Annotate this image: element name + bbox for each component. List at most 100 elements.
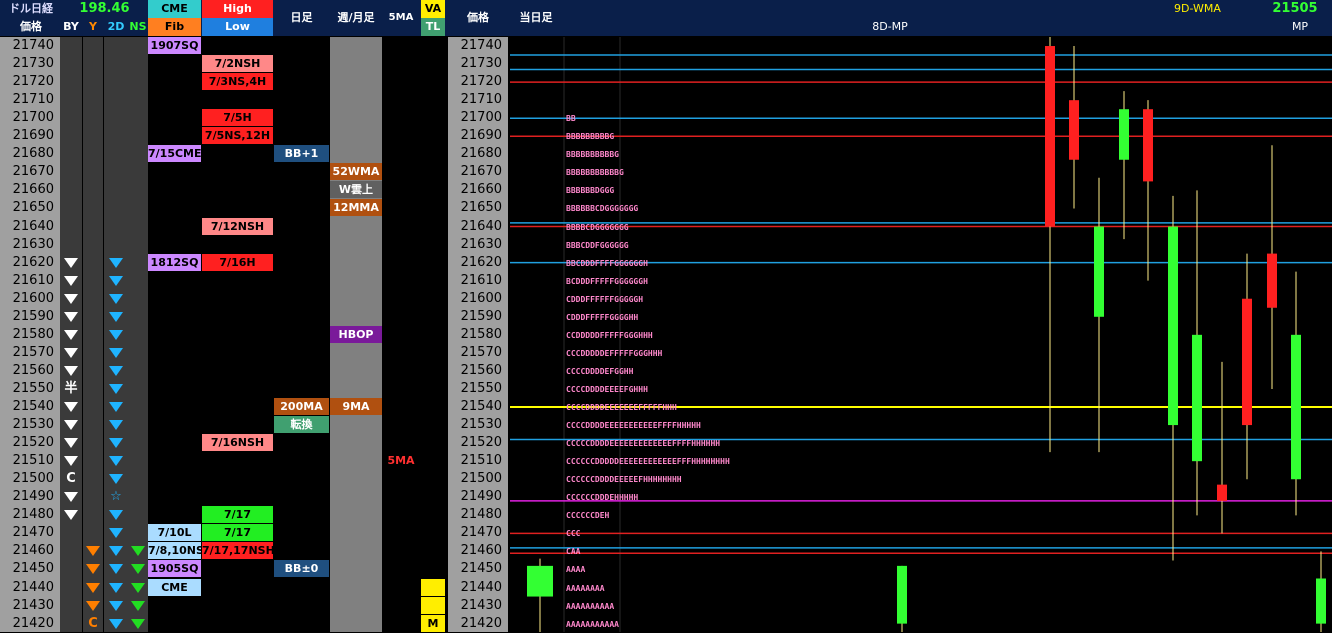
cme-column: 1907SQ 7/15CME売 1812SQ 7/10L7/8,10NS1905SQ C… (148, 37, 201, 632)
by-column: 半C (60, 37, 82, 632)
cme-label: CME (148, 579, 201, 596)
down-triangle-icon (109, 312, 123, 322)
market-profile-row: CCCCCCDEH (566, 511, 610, 520)
market-profile-row: BBBBBBBBBBG (566, 150, 619, 159)
fib-header: Fib (148, 18, 201, 36)
marker-text: C (88, 616, 98, 631)
down-triangle-icon (109, 474, 123, 484)
price-header-2: 価格 (467, 11, 489, 24)
price-label-right: 21680 (460, 146, 502, 161)
price-label: 21470 (12, 525, 54, 540)
price-label: 21730 (12, 56, 54, 71)
high-low-label: 7/3NS,4H (202, 73, 273, 90)
price-label: 21720 (12, 74, 54, 89)
candle-body (1094, 226, 1104, 317)
candle-body (1267, 253, 1277, 308)
market-profile-row: BBCDDDFFFFGGGGGGH (566, 259, 648, 268)
weekly-label: 52WMA (330, 163, 382, 180)
current-price: 21505 (1272, 1, 1318, 16)
high-low-label: 7/5H (202, 109, 273, 126)
market-profile-row: AAAAAAAAAAA (566, 620, 619, 629)
price-label: 21530 (12, 417, 54, 432)
price-label-right: 21740 (460, 38, 502, 53)
down-triangle-icon (109, 546, 123, 556)
market-profile-row: CCDDDDDFFFFFGGGHHH (566, 331, 653, 340)
price-label-right: 21450 (460, 561, 502, 576)
high-low-label: 7/2NSH (202, 55, 273, 72)
price-label: 21660 (12, 182, 54, 197)
price-label-right: 21650 (460, 200, 502, 215)
market-profile-row: CCCDDDDDEFFFFFGGGHHH (566, 349, 663, 358)
price-label: 21450 (12, 561, 54, 576)
cme-label: 1905SQ (148, 560, 201, 577)
today-header: 当日足 (519, 11, 553, 24)
2d-column: ☆ (104, 37, 128, 632)
price-label: 21670 (12, 164, 54, 179)
down-triangle-icon (109, 564, 123, 574)
market-profile-chart: BBBBBBBBBBBGBBBBBBBBBBGBBBBBBBBBBBGBBBBB… (510, 37, 1332, 632)
down-triangle-icon (109, 366, 123, 376)
price-label-right: 21720 (460, 74, 502, 89)
down-triangle-icon (109, 583, 123, 593)
price-label-right: 21590 (460, 309, 502, 324)
va-label (421, 579, 445, 596)
daily-label: BB±0 (274, 560, 329, 577)
weekly-monthly-header: 週/月足 (337, 11, 375, 24)
down-triangle-icon (64, 366, 78, 376)
price-label: 21700 (12, 110, 54, 125)
price-label-right: 21640 (460, 219, 502, 234)
down-triangle-icon (64, 330, 78, 340)
price-label-right: 21460 (460, 543, 502, 558)
weekly-label: 9MA (330, 398, 382, 415)
price-label-right: 21430 (460, 598, 502, 613)
candle-body (1143, 109, 1153, 182)
cme-label: 1907SQ (148, 37, 201, 54)
market-profile-row: CDDDFFFFFFGGGGGH (566, 295, 643, 304)
cme-label: 7/15CME売 (148, 145, 201, 162)
market-profile-row: CCC (566, 529, 581, 538)
down-triangle-icon (86, 546, 100, 556)
tl-header: TL (421, 18, 445, 36)
market-profile-row: AAAA (566, 565, 585, 574)
price-label: 21680 (12, 146, 54, 161)
down-triangle-icon (109, 456, 123, 466)
price-label: 21610 (12, 273, 54, 288)
mp-label: MP (1291, 20, 1309, 33)
candle-body (1242, 298, 1252, 426)
price-label-right: 21700 (460, 110, 502, 125)
down-triangle-icon (86, 583, 100, 593)
cme-label: 1812SQ (148, 254, 201, 271)
price-label-right: 21660 (460, 182, 502, 197)
price-label-right: 21500 (460, 471, 502, 486)
down-triangle-icon (64, 258, 78, 268)
price-label: 21550 (12, 381, 54, 396)
price-label: 21740 (12, 38, 54, 53)
daily-label: 転換 (274, 416, 329, 433)
down-triangle-icon (64, 438, 78, 448)
price-label: 21620 (12, 255, 54, 270)
down-triangle-icon (64, 456, 78, 466)
down-triangle-icon (109, 330, 123, 340)
price-label-right: 21730 (460, 56, 502, 71)
down-triangle-icon (109, 384, 123, 394)
title-label: ドル日経 (9, 2, 53, 15)
weekly-column: 52WMA W雲上 12MMA HBOP 9MA (330, 37, 382, 632)
price-label: 21640 (12, 219, 54, 234)
market-profile-row: BCDDDFFFFFGGGGGGH (566, 277, 648, 286)
price-label: 21540 (12, 399, 54, 414)
candle-body (897, 565, 907, 624)
va-label (421, 597, 445, 614)
header-bar: ドル日経 198.46 価格 BY Y 2D NS CME Fib High L… (0, 0, 1332, 36)
cme-header: CME (148, 0, 201, 18)
market-profile-row: BB (566, 114, 576, 123)
candle-body (1217, 484, 1227, 501)
weekly-label: 12MMA (330, 199, 382, 216)
price-label-right: 21530 (460, 417, 502, 432)
market-profile-row: CCCCCCDDDDEEEEEFHHHHHHHH (566, 475, 682, 484)
market-profile-row: CCCCDDDDEFGGHH (566, 367, 634, 376)
down-triangle-icon (109, 510, 123, 520)
5ma-column: 5MA (383, 37, 419, 632)
high-low-label: 7/17 (202, 524, 273, 541)
price-label-right: 21470 (460, 525, 502, 540)
price-label: 21440 (12, 580, 54, 595)
